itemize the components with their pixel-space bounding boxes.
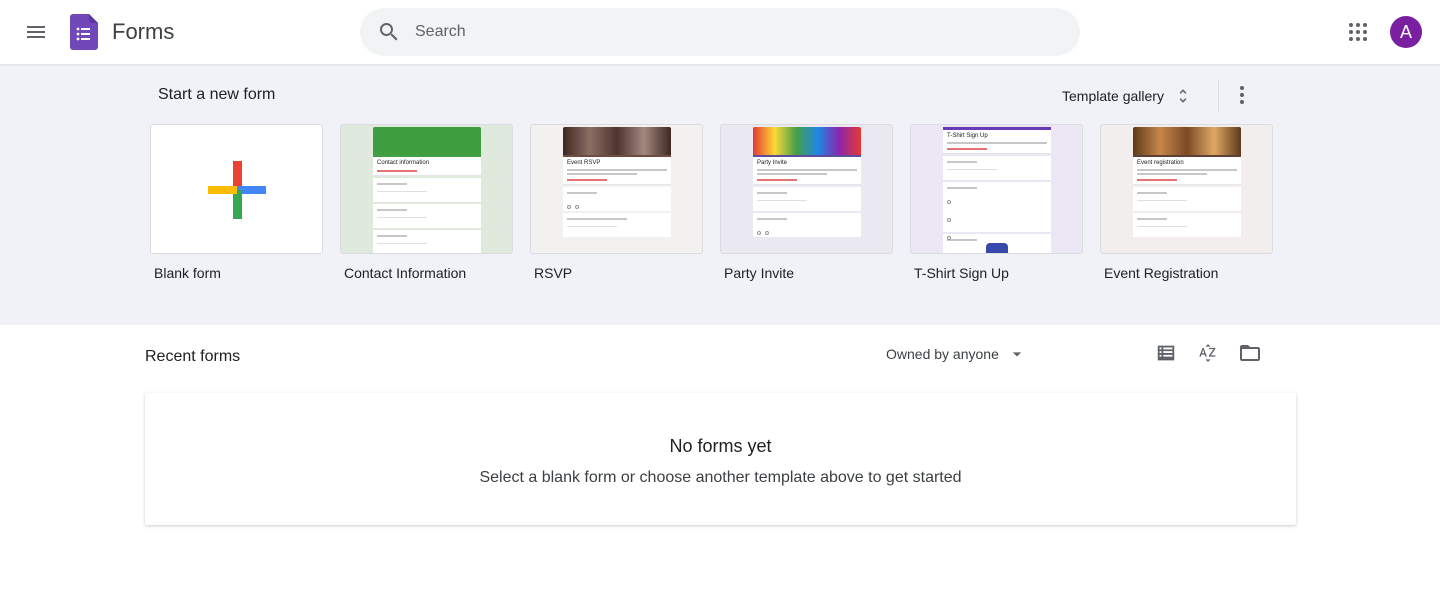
template-rsvp[interactable]: Event RSVP RSVP — [530, 124, 703, 281]
folder-icon — [1240, 345, 1260, 361]
template-blank-form[interactable]: Blank form — [150, 124, 323, 281]
preview-title: Event registration — [1137, 160, 1184, 166]
template-label: RSVP — [534, 265, 573, 281]
template-label: Contact Information — [344, 265, 467, 281]
preview-banner — [1133, 127, 1241, 155]
template-party-invite[interactable]: Party Invite Party Invite — [720, 124, 893, 281]
forms-logo-icon[interactable] — [70, 14, 98, 50]
template-thumbnail[interactable]: Event RSVP — [530, 124, 703, 254]
template-event-registration[interactable]: Event registration Event Registration — [1100, 124, 1273, 281]
search-bar[interactable] — [360, 8, 1080, 56]
template-section: Start a new form Template gallery Blank … — [0, 64, 1440, 325]
form-preview: Party Invite — [753, 127, 861, 253]
preview-title: Contact information — [377, 160, 430, 166]
hamburger-icon — [27, 26, 45, 38]
preview-banner — [373, 127, 481, 155]
preview-banner — [753, 127, 861, 155]
form-preview: Contact information — [373, 127, 481, 253]
section-title: Start a new form — [158, 86, 276, 103]
open-file-picker-button[interactable] — [1230, 333, 1270, 373]
account-avatar[interactable]: A — [1390, 16, 1422, 48]
template-thumbnail[interactable]: Party Invite — [720, 124, 893, 254]
empty-state-card: No forms yet Select a blank form or choo… — [145, 393, 1296, 525]
template-label: Event Registration — [1104, 265, 1219, 281]
preview-title: Party Invite — [757, 160, 788, 166]
owner-filter-dropdown[interactable]: Owned by anyone — [876, 338, 1037, 370]
template-thumbnail[interactable]: Event registration — [1100, 124, 1273, 254]
empty-state-subtitle: Select a blank form or choose another te… — [479, 469, 962, 486]
preview-title: Event RSVP — [567, 160, 601, 166]
google-apps-button[interactable] — [1334, 8, 1382, 56]
template-thumbnail[interactable]: T-Shirt Sign Up — [910, 124, 1083, 254]
template-tshirt-sign-up[interactable]: T-Shirt Sign Up T-Shirt Sign Up — [910, 124, 1083, 281]
template-gallery-label: Template gallery — [1062, 88, 1164, 104]
main-menu-button[interactable] — [12, 8, 60, 56]
list-view-icon — [1157, 345, 1175, 361]
more-vert-icon — [1240, 86, 1244, 104]
empty-state-title: No forms yet — [669, 436, 772, 456]
toolbar-divider — [1218, 80, 1219, 112]
recent-forms-title: Recent forms — [145, 348, 241, 365]
plus-icon — [208, 161, 266, 219]
more-options-button[interactable] — [1222, 75, 1262, 115]
form-preview: Event registration — [1133, 127, 1241, 253]
sort-options-button[interactable] — [1188, 333, 1228, 373]
template-label: Party Invite — [724, 265, 795, 281]
preview-title: T-Shirt Sign Up — [947, 133, 988, 139]
template-contact-information[interactable]: Contact information Contact Information — [340, 124, 513, 281]
top-app-bar: Forms A — [0, 0, 1440, 64]
owner-filter-label: Owned by anyone — [886, 346, 999, 362]
apps-grid-icon — [1349, 23, 1367, 41]
search-input[interactable] — [415, 23, 1015, 41]
form-preview: Event RSVP — [563, 127, 671, 253]
sort-by-alpha-icon — [1199, 344, 1216, 362]
arrow-drop-down-icon — [1007, 344, 1027, 364]
template-label: Blank form — [154, 265, 221, 281]
form-preview: T-Shirt Sign Up — [943, 127, 1051, 253]
template-label: T-Shirt Sign Up — [914, 265, 1009, 281]
unfold-more-icon — [1174, 87, 1192, 105]
template-thumbnail[interactable]: Contact information — [340, 124, 513, 254]
search-icon[interactable] — [377, 20, 401, 44]
app-title[interactable]: Forms — [112, 19, 174, 45]
template-thumbnail[interactable] — [150, 124, 323, 254]
template-gallery-button[interactable]: Template gallery — [1052, 78, 1202, 114]
preview-banner — [563, 127, 671, 155]
list-view-button[interactable] — [1146, 333, 1186, 373]
